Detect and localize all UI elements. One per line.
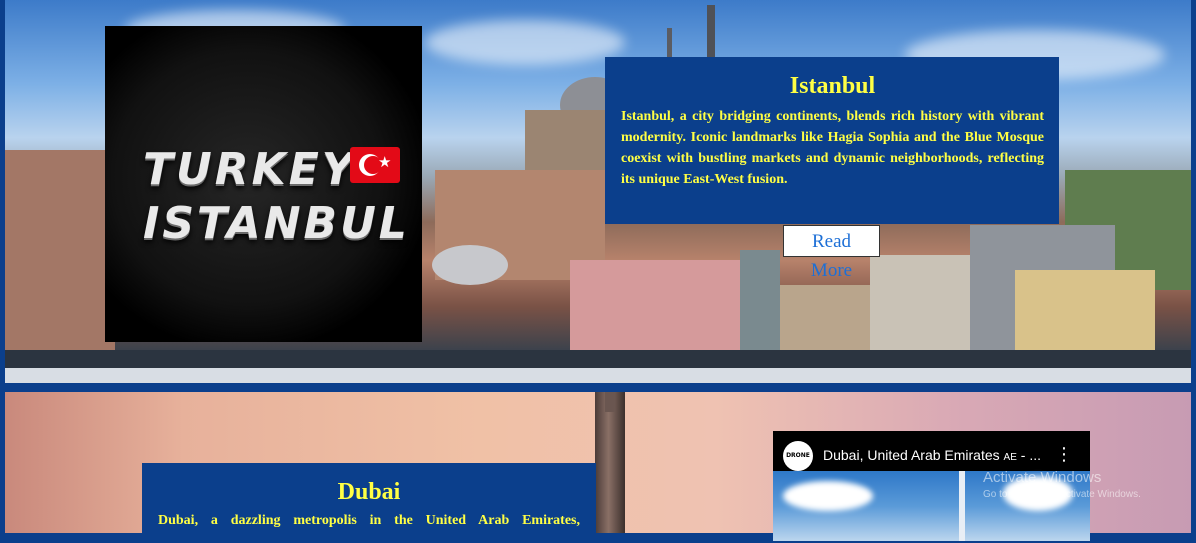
logo-line-istanbul: ISTANBUL <box>143 198 410 249</box>
video-title[interactable]: Dubai, United Arab Emirates AE - ... <box>823 447 1041 463</box>
turkey-flag-icon: ★ <box>350 147 400 183</box>
thumbnail-tower <box>959 471 965 541</box>
video-title-suffix: AE <box>1003 452 1017 463</box>
video-title-ellipsis: - ... <box>1016 447 1041 463</box>
istanbul-description: Istanbul, a city bridging continents, bl… <box>621 109 1044 187</box>
vertical-ellipsis-icon[interactable]: ⋮ <box>1055 444 1073 465</box>
page-border-right <box>1191 0 1196 533</box>
burj-khalifa-spire <box>605 392 615 412</box>
channel-avatar-icon[interactable]: DRONE <box>783 441 813 471</box>
dubai-info-panel: Dubai Dubai, a dazzling metropolis in th… <box>142 463 596 543</box>
ferry-row <box>5 368 1191 383</box>
watermark-line2: Go to Settings to activate Windows. <box>983 489 1141 500</box>
section-divider <box>0 383 1196 392</box>
turkey-istanbul-logo: TURKEY ★ ISTANBUL <box>105 26 422 342</box>
activate-windows-watermark: Activate Windows Go to Settings to activ… <box>983 469 1141 503</box>
logo-line-turkey: TURKEY <box>143 144 357 195</box>
istanbul-title: Istanbul <box>789 73 876 99</box>
istanbul-info-panel: Istanbul Istanbul, a city bridging conti… <box>605 57 1059 224</box>
dubai-title: Dubai <box>337 479 401 505</box>
dome <box>432 245 508 285</box>
building <box>870 255 970 365</box>
watermark-line1: Activate Windows <box>983 469 1102 486</box>
dubai-description: Dubai, a dazzling metropolis in the Unit… <box>158 513 580 528</box>
minaret <box>707 5 715 65</box>
hillside-houses <box>5 150 115 350</box>
video-title-text: Dubai, United Arab Emirates <box>823 447 1000 463</box>
burj-khalifa-tower <box>595 392 625 533</box>
read-more-button[interactable]: Read More <box>783 225 880 281</box>
